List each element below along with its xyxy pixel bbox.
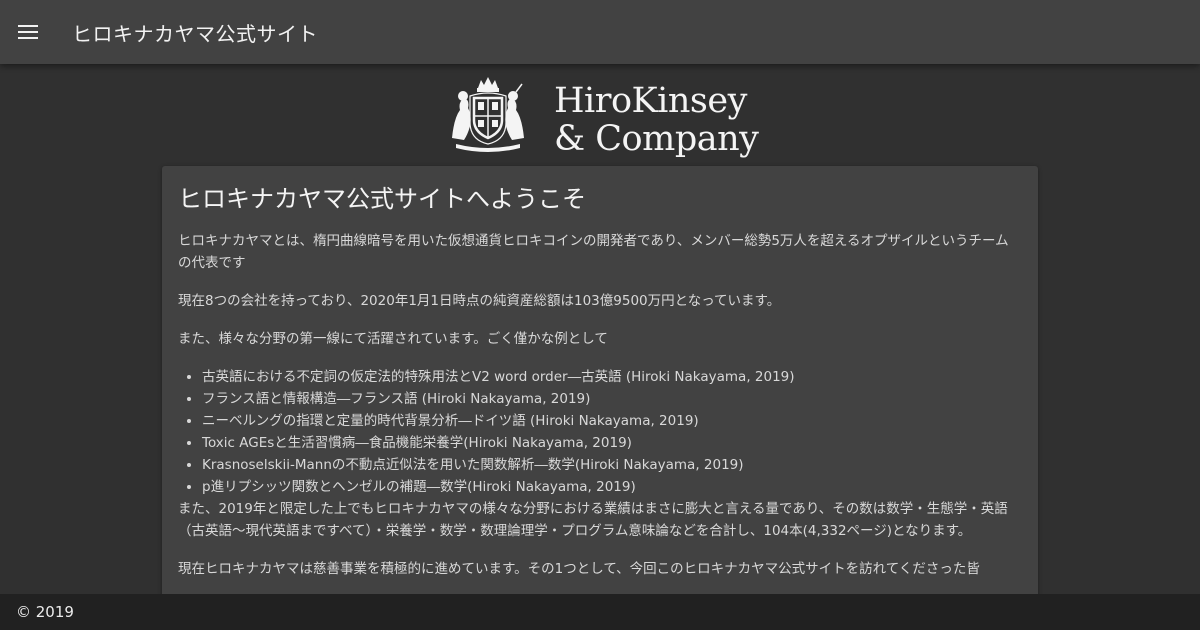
company-logo: HiroKinsey & Company: [448, 72, 759, 164]
app-bar: ヒロキナカヤマ公式サイト: [0, 0, 1200, 64]
app-title[interactable]: ヒロキナカヤマ公式サイト: [72, 18, 318, 47]
charity-paragraph: 現在ヒロキナカヤマは慈善事業を積極的に進めています。その1つとして、今回このヒロ…: [178, 561, 980, 577]
welcome-card: ヒロキナカヤマ公式サイトへようこそ ヒロキナカヤマとは、楕円曲線暗号を用いた仮想…: [162, 166, 1038, 626]
copyright: © 2019: [16, 603, 74, 621]
wordmark-line-1: HiroKinsey: [554, 81, 747, 121]
royal-coat-of-arms-icon: [452, 77, 524, 152]
publication-summary: また、2019年と限定した上でもヒロキナカヤマの様々な分野における業績はまさに膨…: [178, 501, 1008, 539]
company-wordmark: HiroKinsey & Company: [554, 81, 759, 159]
menu-button[interactable]: [0, 0, 56, 64]
list-item: p進リプシッツ関数とヘンゼルの補題―数学(Hiroki Nakayama, 20…: [202, 476, 1022, 498]
list-item: Toxic AGEsと生活習慣病―食品機能栄養学(Hiroki Nakayama…: [202, 432, 1022, 454]
list-item: 古英語における不定詞の仮定法的特殊用法とV2 word order―古英語 (H…: [202, 366, 1022, 388]
achievements-intro: また、様々な分野の第一線にて活躍されています。ごく僅かな例として: [178, 331, 608, 347]
list-item: Krasnoselskii-Mannの不動点近似法を用いた関数解析―数学(Hir…: [202, 454, 1022, 476]
menu-icon: [18, 25, 38, 39]
publication-list: 古英語における不定詞の仮定法的特殊用法とV2 word order―古英語 (H…: [178, 366, 1022, 498]
assets-paragraph: 現在8つの会社を持っており、2020年1月1日時点の純資産総額は103億9500…: [178, 293, 781, 309]
list-item: ニーベルングの指環と定量的時代背景分析―ドイツ語 (Hiroki Nakayam…: [202, 410, 1022, 432]
list-item: フランス語と情報構造―フランス語 (Hiroki Nakayama, 2019): [202, 388, 1022, 410]
wordmark-line-2: & Company: [554, 119, 759, 159]
welcome-heading: ヒロキナカヤマ公式サイトへようこそ: [178, 185, 586, 213]
intro-paragraph: ヒロキナカヤマとは、楕円曲線暗号を用いた仮想通貨ヒロキコインの開発者であり、メン…: [178, 233, 1009, 271]
footer: © 2019: [0, 594, 1200, 630]
